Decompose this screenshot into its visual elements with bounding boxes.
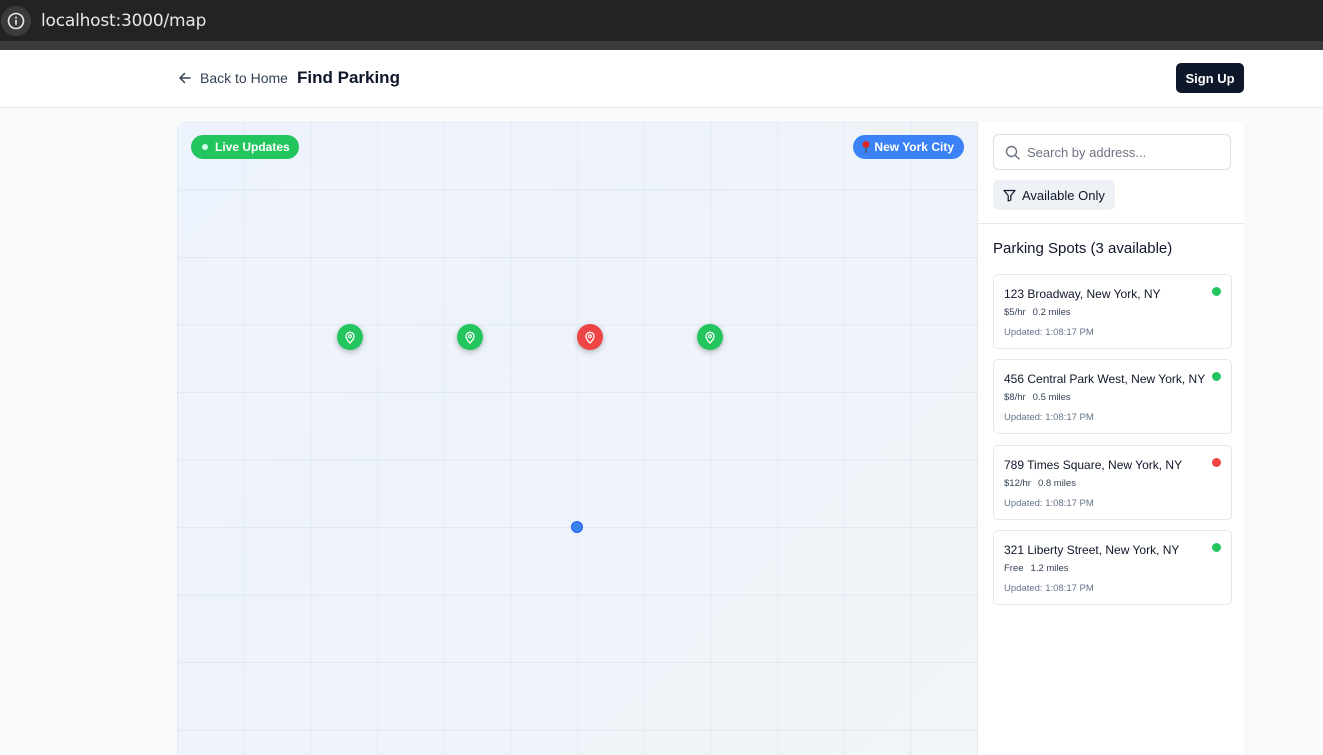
user-location-dot [571,521,583,533]
map-marker-123-broadway[interactable] [337,324,363,350]
back-to-home-link[interactable]: Back to Home [178,70,288,86]
spot-price: $12/hr [1004,478,1031,489]
parking-sidebar: Available Only Parking Spots (3 availabl… [977,122,1245,755]
site-info-icon[interactable] [1,5,31,36]
address-search-input[interactable] [1027,144,1217,160]
spot-distance: 0.2 miles [1032,307,1071,318]
city-badge: New York City [853,135,964,159]
spot-address: 456 Central Park West, New York, NY [1004,372,1206,386]
pushpin-icon [862,141,870,153]
spot-updated-time: Updated: 1:08:17 PM [1004,583,1094,594]
available-only-filter-button[interactable]: Available Only [993,180,1115,210]
map-marker-456-central-park-west[interactable] [457,324,483,350]
spot-distance: 0.5 miles [1032,392,1071,403]
spot-price: $8/hr [1004,392,1026,403]
filter-label: Available Only [1022,187,1105,203]
map-pin-icon [585,331,595,344]
spot-details: $5/hr 0.2 miles [1004,307,1071,318]
arrow-left-icon [179,72,191,84]
live-updates-badge: Live Updates [191,135,299,159]
map-pin-icon [345,331,355,344]
live-updates-label: Live Updates [215,140,290,154]
map-marker-321-liberty-street[interactable] [697,324,723,350]
browser-toolbar: localhost:3000/map [0,0,1323,41]
availability-status-dot [1212,543,1221,552]
parking-spot-card[interactable]: 321 Liberty Street, New York, NY Free 1.2… [993,530,1232,605]
spot-address: 123 Broadway, New York, NY [1004,287,1161,301]
live-indicator-dot [202,144,208,150]
search-box[interactable] [993,134,1231,170]
browser-tab-strip [0,41,1323,50]
spot-details: $8/hr 0.5 miles [1004,392,1071,403]
availability-status-dot [1212,458,1221,467]
map-pin-icon [465,331,475,344]
spot-updated-time: Updated: 1:08:17 PM [1004,327,1094,338]
back-to-home-label: Back to Home [200,70,288,86]
parking-spots-heading: Parking Spots (3 available) [993,240,1173,257]
parking-spot-card[interactable]: 456 Central Park West, New York, NY $8/h… [993,359,1232,434]
city-name: New York City [874,140,954,154]
parking-spot-card[interactable]: 123 Broadway, New York, NY $5/hr 0.2 mile… [993,274,1232,349]
map-pin-icon [705,331,715,344]
spot-price: $5/hr [1004,307,1026,318]
address-bar-url[interactable]: localhost:3000/map [41,11,206,31]
map-marker-789-times-square[interactable] [577,324,603,350]
spot-distance: 1.2 miles [1030,563,1069,574]
spot-distance: 0.8 miles [1037,478,1076,489]
divider [978,223,1245,224]
spot-details: $12/hr 0.8 miles [1004,478,1076,489]
availability-status-dot [1212,287,1221,296]
spot-address: 789 Times Square, New York, NY [1004,458,1183,472]
spot-details: Free 1.2 miles [1004,563,1069,574]
filter-icon [1003,189,1016,202]
spot-updated-time: Updated: 1:08:17 PM [1004,498,1094,509]
availability-status-dot [1212,372,1221,381]
spot-updated-time: Updated: 1:08:17 PM [1004,412,1094,423]
parking-spot-card[interactable]: 789 Times Square, New York, NY $12/hr 0.8… [993,445,1232,520]
app-header: Back to Home Find Parking Sign Up [0,50,1323,108]
sign-up-button[interactable]: Sign Up [1176,63,1244,93]
parking-map[interactable]: Live Updates New York City [177,122,977,755]
page-title: Find Parking [297,68,400,87]
search-icon [1005,145,1020,160]
spot-address: 321 Liberty Street, New York, NY [1004,543,1180,557]
spot-price: Free [1004,563,1024,574]
